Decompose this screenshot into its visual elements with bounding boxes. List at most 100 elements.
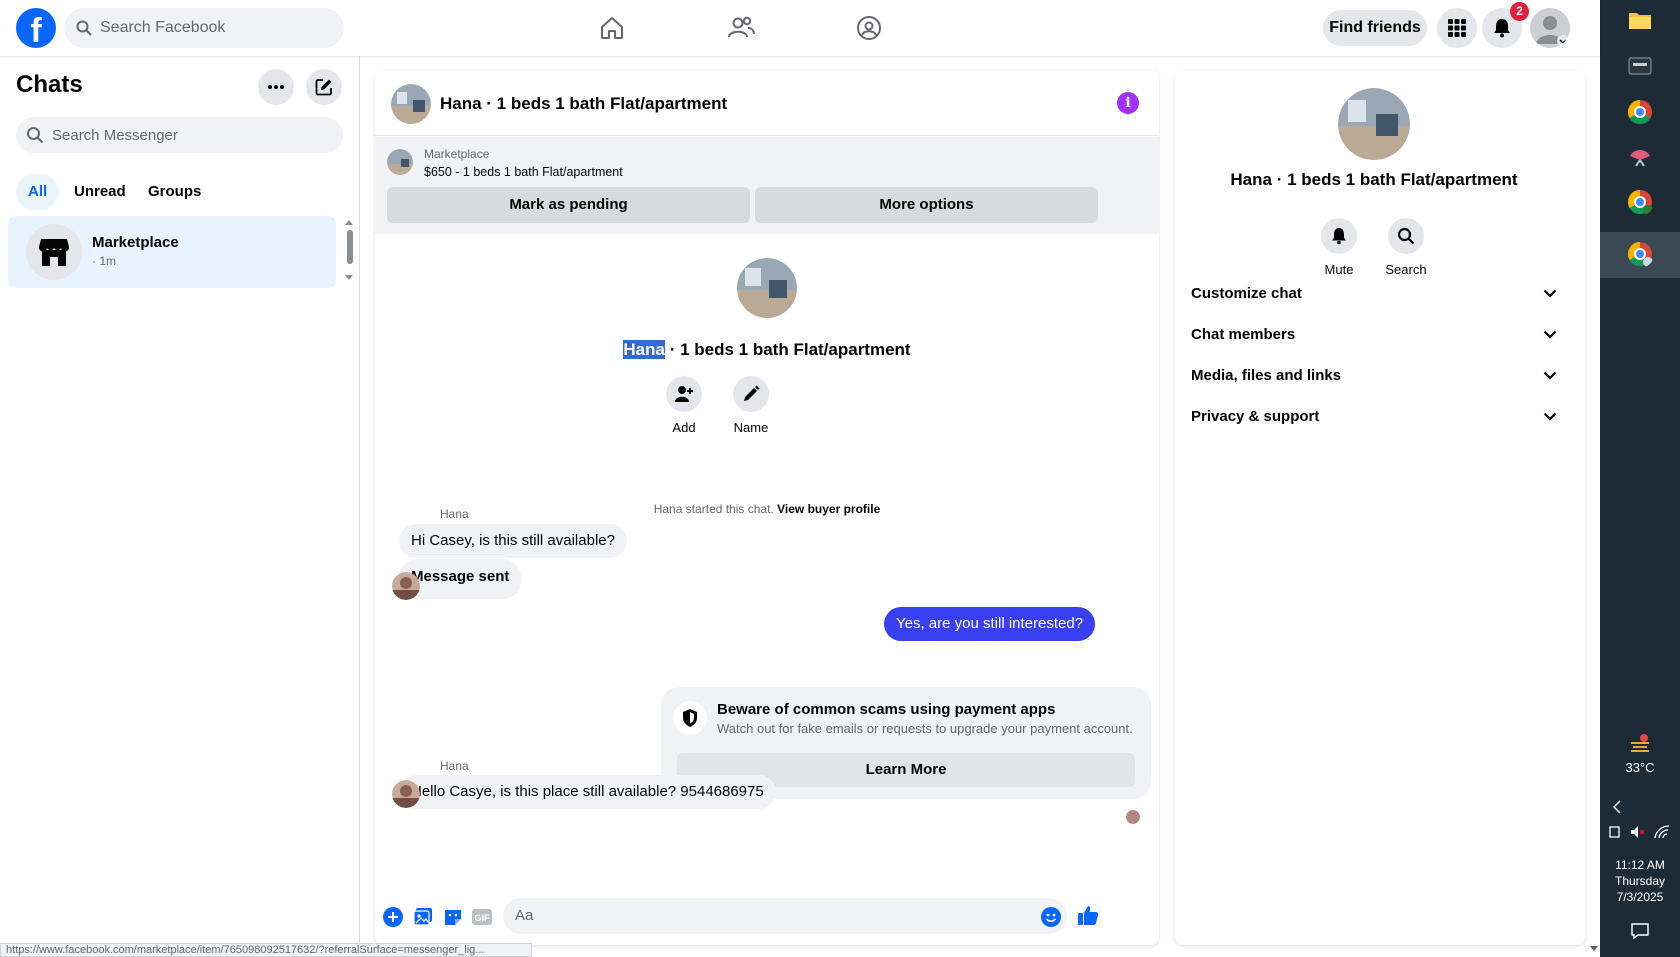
gif-icon[interactable]: GIF [471, 906, 493, 928]
chevron-down-icon [1543, 412, 1557, 421]
windows-taskbar: 33°C 11:12 AM Thursday 7/3/2025 [1600, 0, 1680, 957]
filter-groups-tab[interactable]: Groups [136, 174, 213, 210]
section-label: Chat members [1191, 325, 1296, 343]
details-title: Hana · 1 beds 1 bath Flat/apartment [1230, 170, 1518, 189]
search-icon [76, 20, 92, 36]
view-buyer-profile-link[interactable]: View buyer profile [777, 502, 880, 516]
clock-date: 7/3/2025 [1616, 890, 1664, 904]
privacy-support-section[interactable]: Privacy & support [1191, 398, 1557, 434]
messenger-search-input[interactable]: Search Messenger [16, 117, 343, 153]
store-icon [38, 239, 70, 266]
mark-as-pending-button[interactable]: Mark as pending [387, 187, 750, 223]
friends-icon[interactable] [725, 12, 757, 44]
plus-icon[interactable] [382, 906, 404, 928]
device-icon[interactable] [1608, 825, 1622, 839]
more-options-button[interactable]: More options [755, 187, 1098, 223]
chevron-down-icon [1543, 289, 1557, 298]
chat-options-button[interactable] [258, 69, 294, 105]
scam-warning-title: Beware of common scams using payment app… [717, 701, 1056, 718]
chat-members-section[interactable]: Chat members [1191, 316, 1557, 352]
app-icon[interactable] [1626, 52, 1654, 80]
compose-icon [315, 79, 332, 96]
chrome-profile-icon[interactable] [1626, 188, 1654, 216]
groups-icon[interactable] [853, 12, 885, 44]
new-message-button[interactable] [306, 69, 342, 105]
chat-started-text: Hana started this chat. [653, 502, 774, 516]
listing-thumbnail[interactable] [387, 149, 413, 175]
menu-grid-button[interactable] [1437, 8, 1477, 48]
emoji-icon[interactable] [1040, 906, 1062, 928]
name-chat-button[interactable]: Name [721, 376, 781, 435]
info-icon[interactable]: i [1117, 92, 1139, 114]
seen-indicator-avatar [1126, 810, 1140, 824]
marketplace-avatar [26, 224, 82, 280]
grid-menu-icon [1448, 19, 1466, 37]
message-bubble[interactable]: Hi Casey, is this still available? [399, 524, 627, 558]
message-bubble[interactable]: Hello Casye, is this place still availab… [399, 775, 776, 809]
status-bar-url: https://www.facebook.com/marketplace/ite… [0, 943, 532, 957]
wifi-icon[interactable] [1654, 825, 1670, 839]
conversation-avatar [737, 258, 797, 318]
chrome-icon[interactable] [1626, 98, 1654, 126]
section-label: Customize chat [1191, 284, 1302, 302]
sender-avatar[interactable] [392, 572, 420, 600]
search-icon [1397, 227, 1415, 245]
filter-all-tab[interactable]: All [16, 174, 60, 210]
file-explorer-icon[interactable] [1626, 6, 1654, 34]
weather-temp[interactable]: 33°C [1600, 760, 1680, 775]
shield-icon [673, 701, 707, 735]
chat-list-scrollbar[interactable] [344, 216, 354, 286]
chevron-down-icon [1543, 371, 1557, 380]
my-message-bubble[interactable]: Yes, are you still interested? [884, 607, 1096, 641]
find-friends-button[interactable]: Find friends [1323, 10, 1427, 46]
add-people-button[interactable]: Add [654, 376, 714, 435]
facebook-search-input[interactable]: Search Facebook [64, 8, 344, 48]
scroll-up-icon[interactable] [344, 218, 354, 226]
highlighted-name: Hana [623, 340, 665, 359]
chat-details-panel: Hana · 1 beds 1 bath Flat/apartment Mute… [1175, 70, 1585, 945]
thumbs-up-icon[interactable] [1077, 904, 1099, 926]
listing-banner: Marketplace $650 - 1 beds 1 bath Flat/ap… [375, 137, 1159, 234]
chrome-active-icon[interactable] [1626, 240, 1654, 268]
home-icon[interactable] [596, 12, 628, 44]
scroll-thumb[interactable] [347, 230, 353, 264]
account-avatar[interactable] [1530, 8, 1570, 48]
facebook-logo[interactable]: f [16, 8, 56, 48]
message-input[interactable]: Aa [503, 898, 1067, 934]
scroll-down-icon[interactable] [344, 274, 354, 282]
sender-avatar[interactable] [392, 780, 420, 808]
chat-name: Marketplace [92, 234, 179, 251]
chevron-down-icon [1543, 330, 1557, 339]
chats-sidebar: Chats Search Messenger All Unread Groups… [0, 56, 360, 957]
mute-button[interactable]: Mute [1307, 218, 1371, 277]
listing-label: Marketplace [424, 147, 490, 161]
clock-day: Thursday [1614, 874, 1666, 888]
filter-unread-tab[interactable]: Unread [62, 174, 138, 210]
weather-icon[interactable] [1629, 733, 1651, 753]
scroll-down-icon[interactable] [1589, 945, 1599, 953]
svg-text:GIF: GIF [475, 913, 491, 923]
conversation-title[interactable]: Hana · 1 beds 1 bath Flat/apartment [440, 94, 727, 114]
app-icon[interactable] [1626, 142, 1654, 170]
chevron-left-icon[interactable] [1612, 800, 1622, 814]
taskbar-clock[interactable]: 11:12 AM Thursday 7/3/2025 [1600, 857, 1680, 905]
listing-price[interactable]: $650 - 1 beds 1 bath Flat/apartment [424, 165, 623, 179]
clock-time: 11:12 AM [1615, 858, 1665, 872]
sticker-icon[interactable] [442, 906, 464, 928]
chat-list-item[interactable]: Marketplace · 1m [8, 216, 336, 288]
notification-badge: 2 [1510, 2, 1529, 21]
more-dots-icon [268, 85, 284, 89]
search-icon [27, 127, 44, 144]
message-composer: GIF Aa [375, 892, 1159, 942]
section-label: Media, files and links [1191, 366, 1342, 384]
media-files-links-section[interactable]: Media, files and links [1191, 357, 1557, 393]
window-scrollbar[interactable] [1588, 0, 1600, 957]
chat-time: · 1m [92, 254, 116, 268]
volume-muted-icon[interactable] [1630, 825, 1646, 839]
listing-avatar[interactable] [391, 84, 431, 124]
search-in-chat-button[interactable]: Search [1374, 218, 1438, 277]
photo-icon[interactable] [412, 906, 434, 928]
notification-center-icon[interactable] [1630, 922, 1650, 940]
pencil-icon [744, 385, 760, 401]
customize-chat-section[interactable]: Customize chat [1191, 275, 1557, 311]
